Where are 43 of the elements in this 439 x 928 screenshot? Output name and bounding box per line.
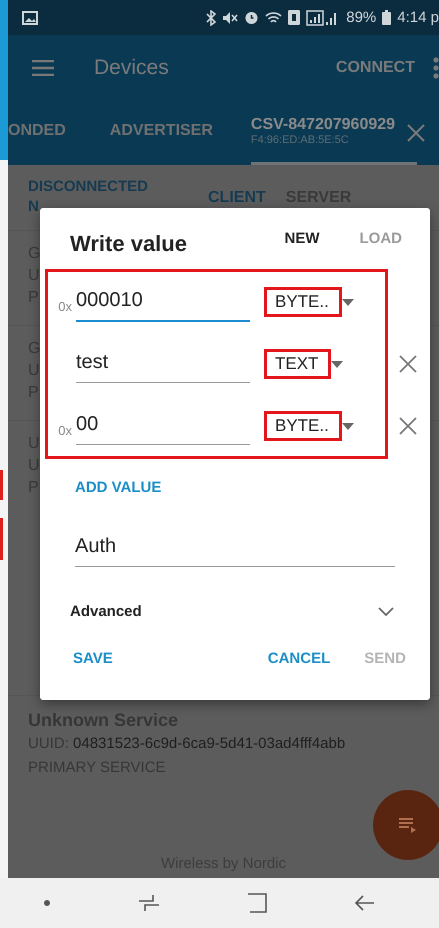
wifi-icon (265, 10, 282, 24)
remove-icon[interactable] (399, 355, 417, 373)
close-icon[interactable] (407, 124, 426, 142)
more-icon[interactable] (433, 56, 439, 78)
menu-icon[interactable] (32, 60, 54, 76)
playlist-icon (399, 817, 417, 833)
recents-icon[interactable] (138, 893, 160, 913)
type-dropdown[interactable]: BYTE.. (264, 411, 342, 441)
image-icon (22, 10, 38, 24)
dialog-button[interactable]: CANCEL (268, 650, 330, 667)
type-dropdown[interactable]: TEXT (264, 349, 332, 379)
bluetooth-icon (206, 10, 216, 26)
dialog-title: Write value (70, 231, 188, 257)
bond-state: N (28, 197, 40, 217)
battery-level: 89% (346, 9, 376, 26)
caret-icon[interactable] (342, 298, 354, 306)
mute-icon (222, 10, 238, 26)
clock-time: 4:14 p (397, 9, 439, 26)
caret-icon[interactable] (331, 360, 344, 368)
app-title: Devices (94, 56, 170, 80)
type-dropdown[interactable]: BYTE.. (264, 287, 342, 317)
add-value-link[interactable]: ADD VALUE (75, 479, 162, 496)
remove-icon[interactable] (399, 417, 417, 435)
dot-icon (44, 900, 50, 906)
value-field[interactable]: 000010 (76, 282, 250, 322)
advanced-toggle[interactable]: Advanced (70, 603, 394, 620)
name-field[interactable]: Auth (75, 531, 395, 567)
battery-icon (382, 10, 392, 25)
home-icon[interactable] (247, 893, 268, 913)
value-field[interactable]: 00 (76, 407, 250, 445)
hex-prefix: 0x (57, 298, 72, 314)
dialog-tab[interactable]: NEW (284, 230, 320, 257)
chevron-icon[interactable] (378, 606, 394, 616)
value-field[interactable]: test (76, 345, 250, 383)
hex-prefix: 0x (57, 422, 72, 438)
annotation-mark (0, 470, 3, 500)
alarm-icon (244, 10, 260, 25)
back-icon[interactable] (355, 895, 376, 911)
connection-state: DISCONNECTED (28, 177, 150, 197)
dialog-button[interactable]: SAVE (73, 650, 113, 667)
annotation-mark (0, 518, 3, 560)
sim-icon (288, 10, 300, 25)
caret-icon[interactable] (342, 422, 354, 430)
